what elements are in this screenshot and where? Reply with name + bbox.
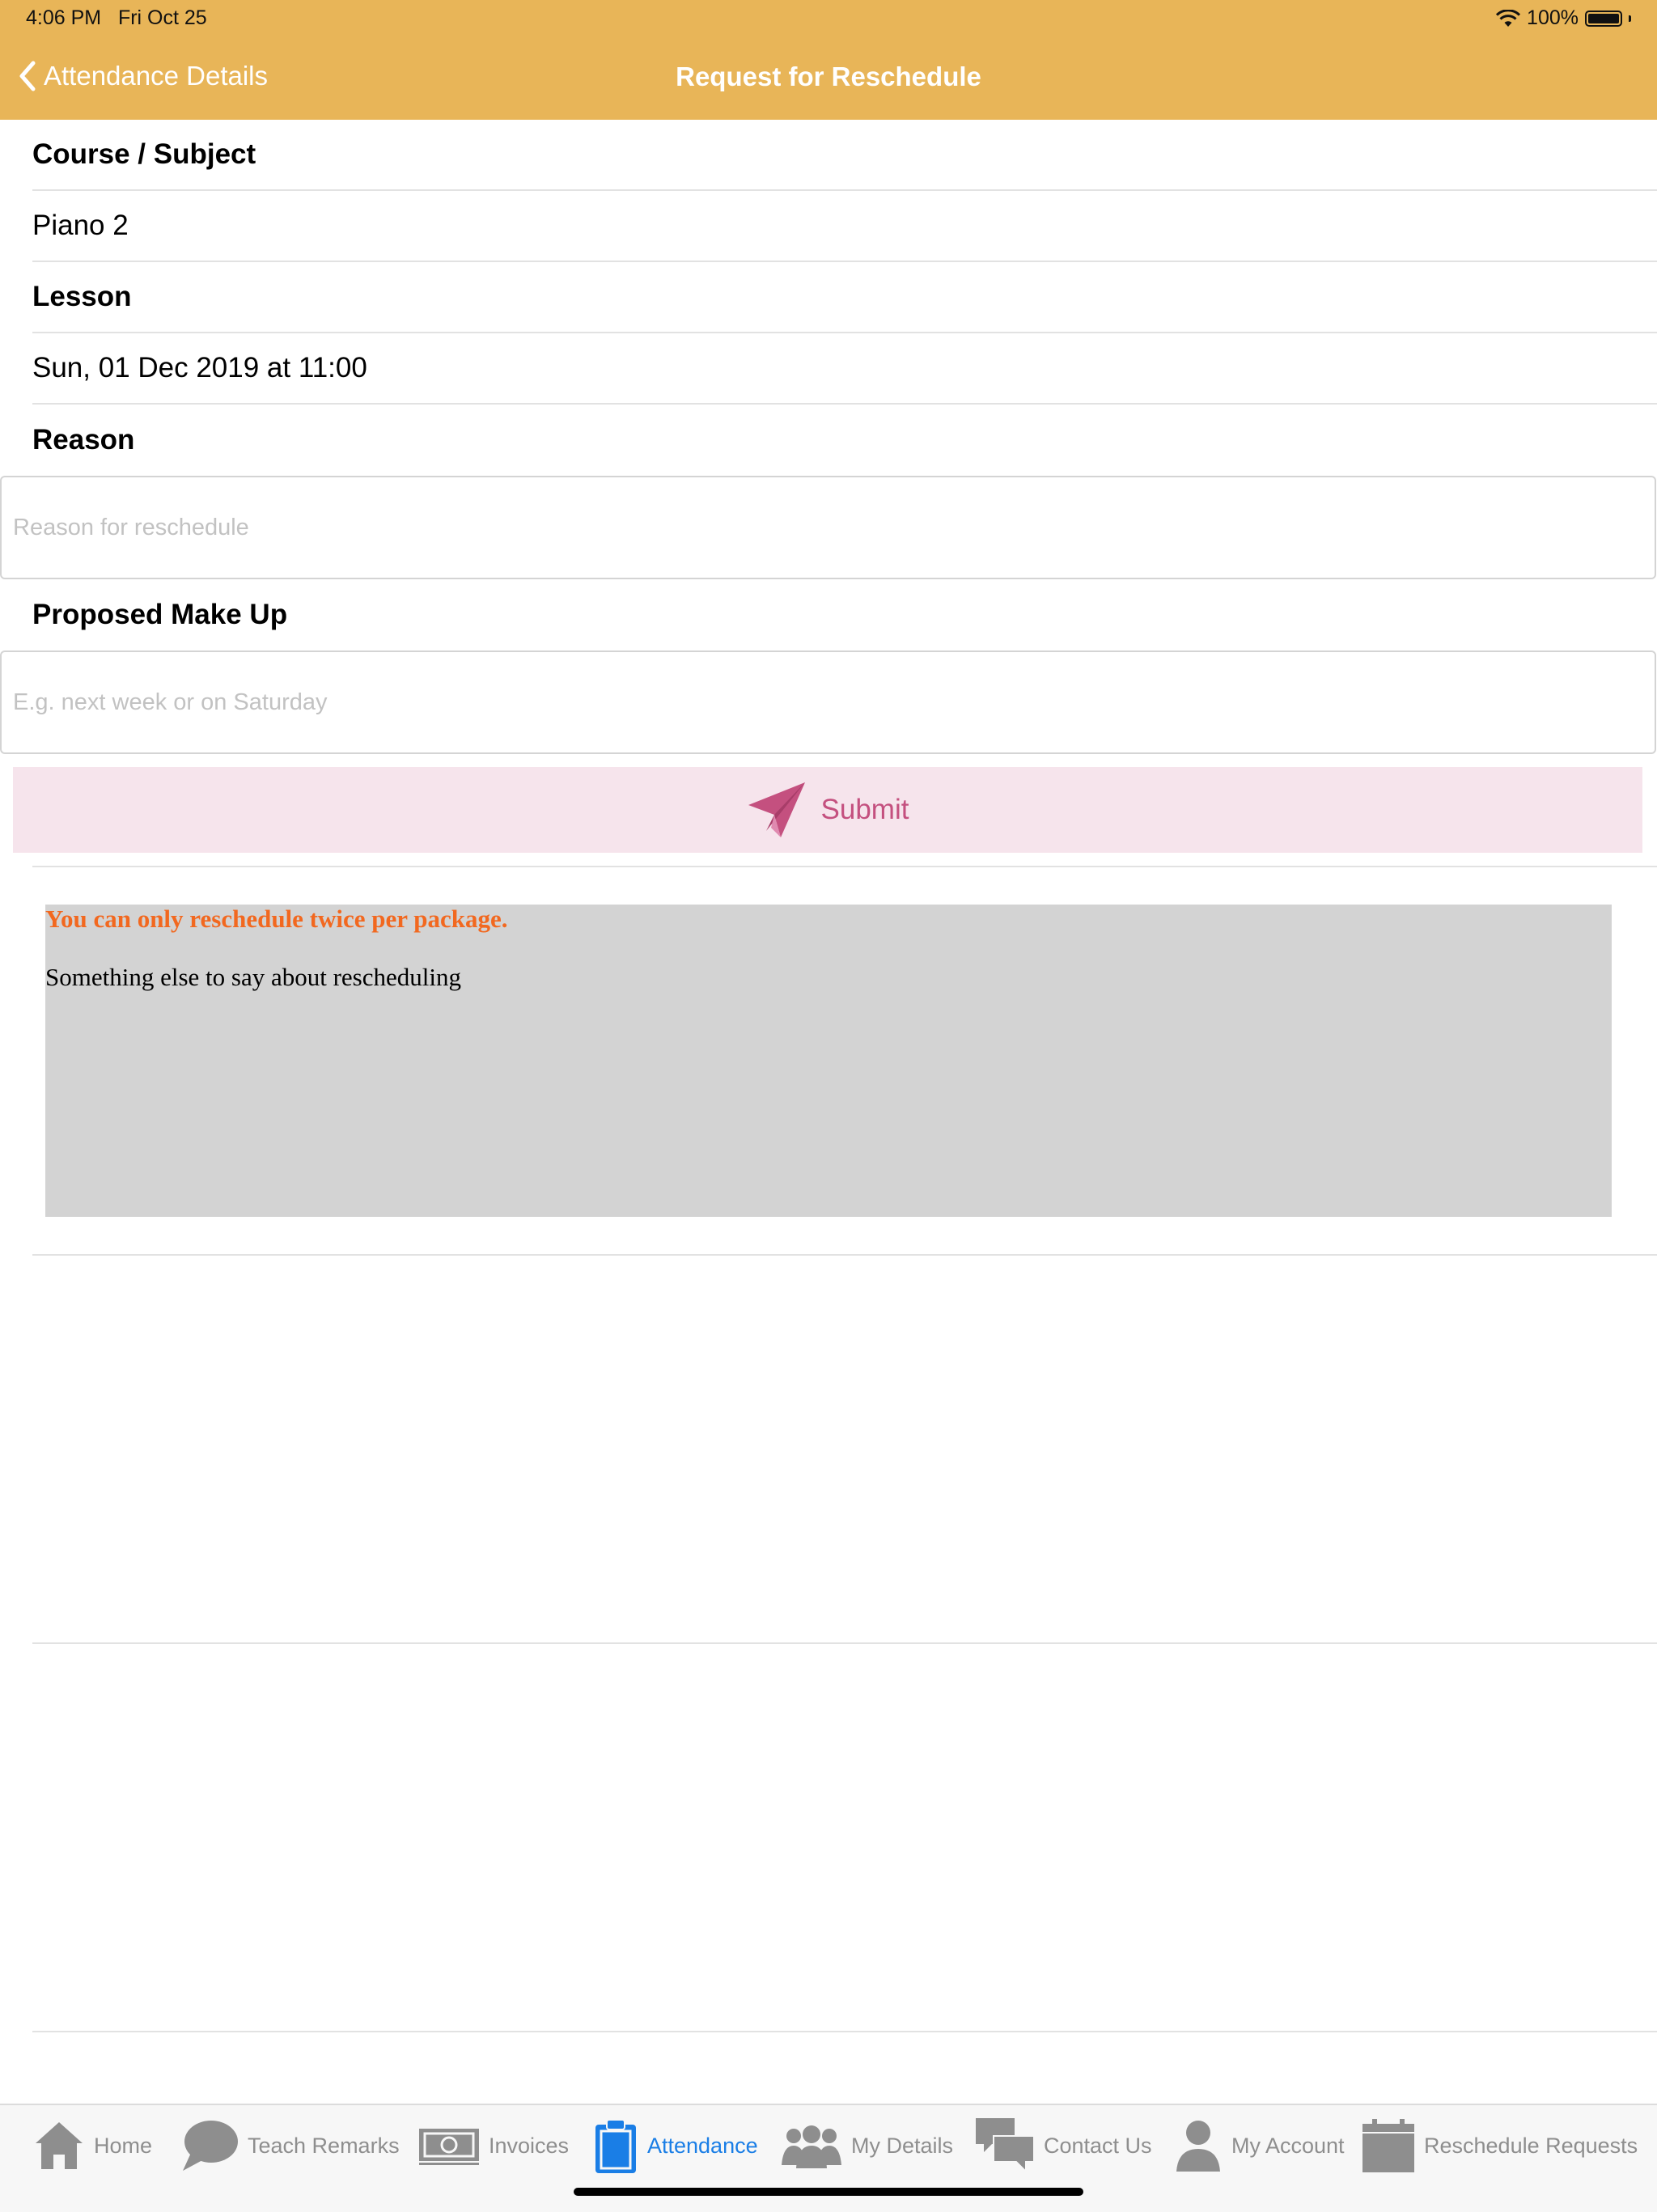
tab-home[interactable]: Home: [32, 2117, 152, 2175]
divider: [32, 1642, 1657, 1644]
home-indicator[interactable]: [574, 2188, 1083, 2196]
tab-attendance[interactable]: Attendance: [592, 2117, 758, 2175]
lesson-label-row: Lesson: [32, 262, 1657, 333]
speech-bubble-icon: [183, 2121, 238, 2171]
status-bar-time: 4:06 PM Fri Oct 25: [26, 6, 207, 30]
divider: [32, 866, 1657, 867]
status-date-text: Fri Oct 25: [117, 6, 207, 29]
tab-attendance-label: Attendance: [647, 2133, 758, 2158]
banknote-icon: [419, 2129, 479, 2165]
status-time-text: 4:06 PM: [26, 6, 102, 29]
divider: [32, 1254, 1657, 1256]
tab-my-account-label: My Account: [1231, 2133, 1345, 2158]
makeup-input[interactable]: [2, 652, 1655, 752]
reason-field[interactable]: [0, 476, 1656, 579]
submit-button-label: Submit: [820, 794, 909, 825]
makeup-label: Proposed Make Up: [32, 599, 288, 630]
course-value-row: Piano 2: [32, 191, 1657, 262]
reschedule-notice: You can only reschedule twice per packag…: [45, 905, 1612, 1217]
home-icon: [36, 2122, 83, 2169]
tab-contact-us[interactable]: Contact Us: [974, 2117, 1152, 2175]
tab-teach-remarks[interactable]: Teach Remarks: [180, 2117, 400, 2175]
reason-input[interactable]: [2, 477, 1655, 578]
battery-icon: [1585, 10, 1622, 27]
course-value: Piano 2: [32, 210, 129, 241]
person-icon: [1176, 2121, 1220, 2172]
chat-bubbles-icon: [976, 2118, 1035, 2174]
clipboard-icon: [595, 2119, 636, 2173]
tab-my-details-label: My Details: [851, 2133, 954, 2158]
tab-teach-remarks-label: Teach Remarks: [248, 2133, 400, 2158]
reason-label-row: Reason: [32, 405, 1657, 476]
lesson-value: Sun, 01 Dec 2019 at 11:00: [32, 352, 367, 383]
course-label-row: Course / Subject: [32, 120, 1657, 191]
tab-home-label: Home: [94, 2133, 153, 2158]
submit-button[interactable]: Submit: [13, 767, 1642, 853]
tab-reschedule-requests-label: Reschedule Requests: [1424, 2133, 1638, 2158]
tab-invoices-label: Invoices: [489, 2133, 570, 2158]
makeup-label-row: Proposed Make Up: [32, 579, 1657, 650]
lesson-label: Lesson: [32, 281, 132, 312]
divider: [32, 2031, 1657, 2032]
battery-percentage: 100%: [1527, 6, 1579, 29]
tab-my-account[interactable]: My Account: [1173, 2117, 1345, 2175]
calendar-icon: [1362, 2119, 1414, 2172]
navigation-bar: 4:06 PM Fri Oct 25 100% Attendance Detai…: [0, 0, 1657, 120]
page-title: Request for Reschedule: [676, 61, 981, 91]
tab-invoices[interactable]: Invoices: [417, 2117, 569, 2175]
reschedule-info-text: Something else to say about rescheduling: [45, 963, 461, 991]
reason-label: Reason: [32, 424, 135, 456]
course-label: Course / Subject: [32, 138, 256, 170]
status-bar-right: 100%: [1496, 6, 1631, 30]
makeup-field[interactable]: [0, 650, 1656, 754]
tab-reschedule-requests[interactable]: Reschedule Requests: [1361, 2117, 1638, 2175]
lesson-value-row: Sun, 01 Dec 2019 at 11:00: [32, 333, 1657, 405]
wifi-icon: [1496, 9, 1521, 27]
paper-plane-icon: [748, 782, 805, 837]
reschedule-warning: You can only reschedule twice per packag…: [45, 905, 508, 933]
tab-contact-us-label: Contact Us: [1044, 2133, 1152, 2158]
group-icon: [782, 2125, 841, 2168]
tab-my-details[interactable]: My Details: [780, 2117, 953, 2175]
